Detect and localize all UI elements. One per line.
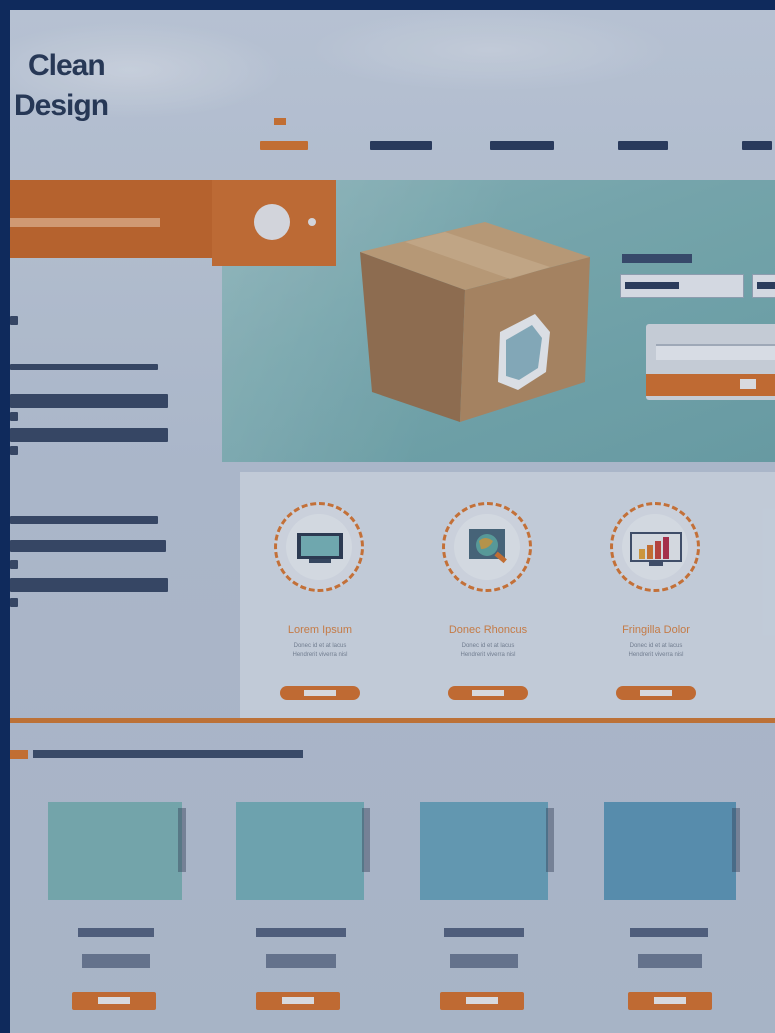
feature-title: Lorem Ipsum [287,624,353,636]
tile-shadow [546,808,554,872]
tile-image [48,802,182,900]
nav-label-placeholder [370,141,432,150]
hero-input-1[interactable] [620,274,744,298]
feature-button[interactable] [616,686,696,700]
hero-panel-input[interactable] [656,344,775,360]
sidebar-line [10,598,18,607]
feature-ring [274,502,364,592]
bar-chart-display-icon [630,532,682,566]
web-template-mockup: Clean Design Lorem Ipsum Donec id et at … [10,10,775,1033]
tile-button[interactable] [72,992,156,1010]
hero-subtitle-placeholder [622,254,692,263]
tile-title [256,928,346,937]
tile-price [450,954,518,968]
feature-description: Donec id et at lacus Hendrerit viverra ni… [292,643,348,658]
tile-title [630,928,708,937]
feature-ring [610,502,700,592]
tile-shadow [178,808,186,872]
tile-button[interactable] [440,992,524,1010]
sidebar-heading [10,316,18,325]
feature-description: Donec id et at lacus Hendrerit viverra ni… [628,643,684,658]
logo-line-1: Clean [28,49,106,82]
sidebar-line [10,428,168,442]
feature-button[interactable] [448,686,528,700]
tile-button[interactable] [628,992,712,1010]
product-tile-2[interactable] [236,802,370,900]
nav-label-placeholder [260,141,308,150]
nav-item-1[interactable] [260,118,308,158]
section-divider [10,718,775,723]
tile-title [444,928,524,937]
nav-item-4[interactable] [618,128,668,158]
tile-price [638,954,702,968]
sidebar-line [10,364,158,370]
sidebar-line [10,394,168,408]
tile-button[interactable] [256,992,340,1010]
hero-submit-button[interactable] [646,374,775,396]
search-bar [10,180,216,258]
tile-image [236,802,364,900]
nav-item-2[interactable] [370,128,432,158]
monitor-icon [297,533,343,563]
tile-image [420,802,548,900]
tile-price [82,954,150,968]
nav-label-placeholder [490,141,554,150]
logo-line-2: Design [14,89,109,122]
search-dot-icon [308,218,316,226]
tile-shadow [362,808,370,872]
nav-label-placeholder [742,141,772,150]
feature-button[interactable] [280,686,360,700]
site-logo[interactable]: Clean Design [14,46,109,126]
product-tile-3[interactable] [420,802,554,900]
sidebar-line [10,560,18,569]
tile-shadow [732,808,740,872]
heading-text-placeholder [33,750,304,759]
feature-ring [442,502,532,592]
feature-title: Donec Rhoncus [448,624,528,636]
hero-input-2[interactable] [752,274,775,298]
search-input[interactable] [10,218,160,227]
product-tile-1[interactable] [48,802,186,900]
tile-title [78,928,154,937]
hero-form-panel [646,324,775,400]
product-tile-4[interactable] [604,802,740,900]
sidebar-line [10,578,168,592]
tile-image [604,802,736,900]
sidebar-text [10,268,225,718]
nav-item-5[interactable] [742,128,772,158]
tile-price [266,954,336,968]
active-indicator [274,118,286,125]
nav-label-placeholder [618,141,668,150]
cardboard-box-illustration [360,222,590,422]
search-icon [254,204,290,240]
feature-description: Donec id et at lacus Hendrerit viverra ni… [460,643,516,658]
sidebar-line [10,412,18,421]
nav-item-3[interactable] [490,128,554,158]
globe-magnifier-icon [469,529,507,564]
bottom-section-heading [10,748,304,760]
sidebar-line [10,446,18,455]
sidebar-line [10,516,158,524]
search-button[interactable] [212,180,336,266]
heading-accent [10,749,28,759]
features-section: Lorem Ipsum Donec id et at lacus Hendreri… [240,472,775,722]
feature-title: Fringilla Dolor [622,624,690,636]
sidebar-line [10,540,166,552]
